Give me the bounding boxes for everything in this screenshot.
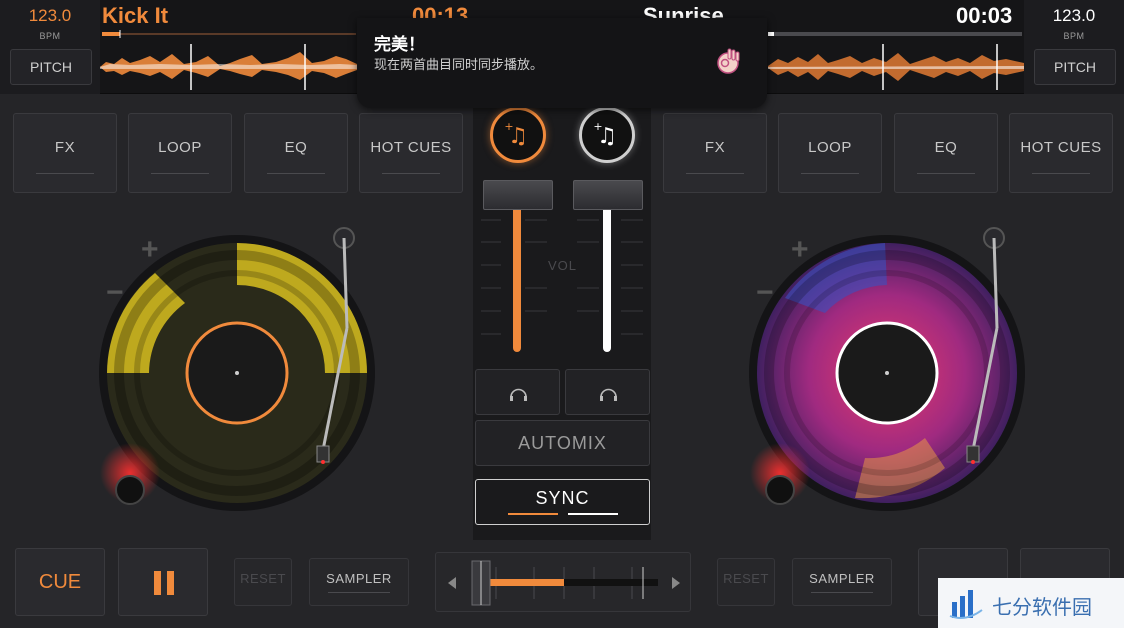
right-pitch-button[interactable]: PITCH [1034, 49, 1116, 85]
divider [36, 173, 94, 174]
left-headphone-button[interactable] [475, 369, 560, 415]
divider [686, 173, 744, 174]
left-reset-label: RESET [240, 571, 286, 586]
right-sampler-label: SAMPLER [809, 571, 875, 586]
watermark-logo-icon [949, 590, 983, 619]
left-hot-cues-label: HOT CUES [370, 139, 452, 156]
right-reset-label: RESET [723, 571, 769, 586]
toast-message: 现在两首曲目同时同步播放。 [374, 57, 544, 72]
divider [267, 173, 325, 174]
crossfader-left-arrow-icon [448, 577, 456, 589]
right-bpm-value: 123.0 [1052, 6, 1096, 25]
divider [328, 592, 390, 593]
right-bpm-unit: BPM [1063, 31, 1085, 41]
right-loop-label: LOOP [808, 139, 852, 156]
volume-scale [481, 219, 643, 335]
toast-title: 完美！ [374, 35, 425, 54]
left-eq-label: EQ [284, 139, 308, 156]
left-volume-fader[interactable] [483, 180, 553, 210]
svg-text:+: + [593, 120, 602, 133]
watermark-text: 七分软件园 [992, 597, 1092, 619]
ok-hand-icon [717, 48, 740, 74]
divider [917, 173, 975, 174]
music-note-plus-icon: ♫ + [593, 120, 616, 149]
left-main-waveform[interactable] [100, 44, 357, 90]
left-sampler-button[interactable]: SAMPLER [309, 558, 409, 606]
divider [382, 173, 440, 174]
dj-app: 123.0 BPM PITCH 123.0 BPM PITCH Kick It … [0, 0, 1124, 628]
automix-button[interactable]: AUTOMIX [475, 420, 650, 466]
left-turntable[interactable] [95, 218, 385, 518]
right-volume-fill [603, 200, 611, 352]
left-eq-button[interactable]: EQ [244, 113, 348, 193]
right-fx-button[interactable]: FX [663, 113, 767, 193]
left-track-title: Kick It [102, 3, 169, 28]
left-bpm-value: 123.0 [28, 6, 72, 25]
divider [801, 173, 859, 174]
headphones-icon [600, 388, 617, 401]
left-load-track-button[interactable]: ♫ + [490, 107, 546, 163]
left-loop-button[interactable]: LOOP [128, 113, 232, 193]
right-fx-label: FX [704, 139, 726, 156]
left-hot-cues-button[interactable]: HOT CUES [359, 113, 463, 193]
left-fx-button[interactable]: FX [13, 113, 117, 193]
left-fx-label: FX [54, 139, 76, 156]
left-play-pause-button[interactable] [118, 548, 208, 616]
right-hot-cues-label: HOT CUES [1020, 139, 1102, 156]
sync-left-indicator [508, 513, 558, 515]
sync-button[interactable]: SYNC [475, 479, 650, 525]
left-loop-label: LOOP [158, 139, 202, 156]
headphones-icon [510, 388, 527, 401]
right-reset-button[interactable]: RESET [717, 558, 775, 606]
right-eq-button[interactable]: EQ [894, 113, 998, 193]
watermark: 七分软件园 [938, 578, 1124, 628]
pause-icon [154, 571, 174, 595]
divider [811, 592, 873, 593]
svg-text:+: + [504, 120, 513, 133]
crossfader-right-arrow-icon [672, 577, 680, 589]
sync-right-indicator [568, 513, 618, 515]
left-volume-fill [513, 200, 521, 352]
divider [1032, 173, 1090, 174]
right-headphone-button[interactable] [565, 369, 650, 415]
right-volume-fader[interactable] [573, 180, 643, 210]
right-turntable[interactable] [745, 218, 1035, 518]
right-main-waveform[interactable] [768, 44, 1024, 90]
divider [151, 173, 209, 174]
left-pitch-button[interactable]: PITCH [10, 49, 92, 85]
left-bpm-box: 123.0 BPM PITCH [0, 0, 100, 94]
left-overview-waveform[interactable] [102, 30, 356, 38]
right-bpm-box: 123.0 BPM PITCH [1024, 0, 1124, 94]
right-eq-label: EQ [934, 139, 958, 156]
left-bpm-unit: BPM [39, 31, 61, 41]
right-track-time: 00:03 [956, 3, 1013, 28]
right-sampler-button[interactable]: SAMPLER [792, 558, 892, 606]
right-loop-button[interactable]: LOOP [778, 113, 882, 193]
left-reset-button[interactable]: RESET [234, 558, 292, 606]
right-load-track-button[interactable]: ♫ + [579, 107, 635, 163]
crossfader[interactable] [436, 553, 692, 613]
vol-label: VOL [548, 258, 578, 273]
right-hot-cues-button[interactable]: HOT CUES [1009, 113, 1113, 193]
toast-notification: 完美！ 现在两首曲目同时同步播放。 [357, 18, 767, 108]
right-overview-waveform[interactable] [768, 30, 1022, 38]
cue-button[interactable]: CUE [15, 548, 105, 616]
left-sampler-label: SAMPLER [326, 571, 392, 586]
sync-label: SYNC [535, 488, 590, 508]
crossfader-panel [435, 552, 691, 612]
music-note-plus-icon: ♫ + [504, 120, 527, 149]
